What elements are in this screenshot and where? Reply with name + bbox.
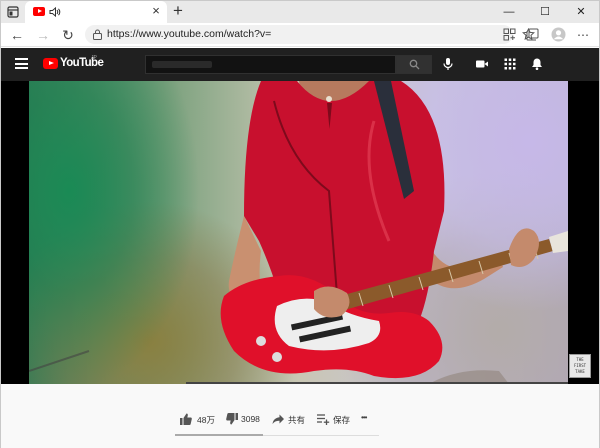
browser-window: × + — ☐ ✕ ← → ↻ https://www.youtube.com/… [0, 0, 600, 448]
notifications-bell-icon[interactable] [530, 57, 544, 71]
search-input[interactable] [145, 55, 396, 74]
search-query-text [152, 61, 212, 68]
maximize-button[interactable]: ☐ [527, 1, 563, 23]
new-tab-button[interactable]: + [169, 2, 187, 20]
video-player[interactable]: THE FIRST TAKE [1, 81, 599, 384]
settings-more-button[interactable]: ⋯ [575, 27, 591, 43]
search-icon [409, 59, 420, 70]
search-button[interactable] [396, 55, 432, 74]
youtube-logo-icon[interactable] [43, 58, 58, 69]
minimize-button[interactable]: — [491, 1, 527, 23]
hamburger-menu-icon[interactable] [15, 58, 28, 69]
youtube-masthead: YouTube JP [1, 48, 599, 81]
divider [263, 435, 379, 436]
thumbs-up-icon [180, 413, 192, 425]
apps-grid-icon[interactable] [503, 57, 517, 71]
save-label: 保存 [333, 415, 351, 425]
share-button[interactable]: 共有 [271, 411, 307, 429]
like-count: 48万 [197, 415, 215, 425]
tab-actions-icon[interactable] [7, 6, 19, 18]
tab-close-button[interactable]: × [149, 4, 163, 18]
lock-icon[interactable] [93, 29, 102, 40]
profile-avatar-icon[interactable] [551, 27, 566, 42]
address-bar[interactable]: https://www.youtube.com/watch?v= [85, 25, 535, 44]
microphone-icon[interactable] [441, 57, 455, 71]
guitarist-performance-image [29, 81, 568, 384]
share-label: 共有 [288, 415, 306, 425]
reload-button[interactable]: ↻ [60, 27, 76, 43]
dislike-button[interactable]: 3098 [225, 411, 265, 429]
sentiment-bar [175, 434, 263, 436]
forward-button[interactable]: → [35, 27, 51, 43]
share-arrow-icon [272, 414, 284, 424]
video-actions-bar: 48万 3098 共有 保存 ••• [1, 384, 599, 448]
close-window-button[interactable]: ✕ [563, 1, 599, 23]
channel-watermark[interactable]: THE FIRST TAKE [569, 354, 591, 378]
thumbs-down-icon [226, 413, 238, 425]
url-text[interactable]: https://www.youtube.com/watch?v= [107, 28, 271, 40]
like-button[interactable]: 48万 [179, 411, 219, 429]
more-actions-button[interactable]: ••• [361, 411, 377, 429]
app-available-icon[interactable] [503, 28, 516, 41]
video-frame[interactable] [29, 81, 568, 384]
collections-icon[interactable] [526, 28, 539, 41]
browser-toolbar: ← → ↻ https://www.youtube.com/watch?v= ⋯ [1, 23, 599, 47]
youtube-region-label: JP [91, 55, 97, 61]
create-video-icon[interactable] [475, 57, 489, 71]
speaker-icon[interactable] [49, 6, 61, 18]
back-button[interactable]: ← [9, 27, 25, 43]
dislike-count: 3098 [241, 414, 260, 424]
tab-strip: × + — ☐ ✕ [1, 1, 599, 23]
tab-youtube[interactable]: × [25, 1, 167, 23]
save-button[interactable]: 保存 [316, 411, 352, 429]
add-to-playlist-icon [317, 414, 330, 425]
youtube-favicon-icon [33, 7, 45, 16]
more-icon: ••• [361, 413, 367, 422]
